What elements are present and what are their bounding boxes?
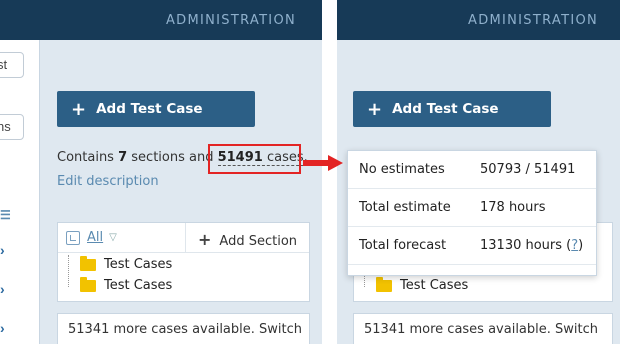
row-value: 178 hours bbox=[480, 200, 546, 215]
side-strip: st ns ☰ › › › bbox=[0, 40, 40, 344]
more-cases-notice: 51341 more cases available. Switch bbox=[353, 313, 613, 344]
row-value: 50793 / 51491 bbox=[480, 162, 576, 177]
row-label: No estimates bbox=[359, 162, 445, 177]
arrow-right-icon bbox=[303, 155, 343, 171]
add-test-case-label: Add Test Case bbox=[392, 101, 499, 117]
row-label: Total forecast bbox=[359, 238, 447, 253]
folder-icon bbox=[80, 276, 96, 292]
total-estimate-row: Total estimate 178 hours bbox=[348, 189, 596, 227]
tree-node-label: Test Cases bbox=[400, 278, 469, 293]
add-test-case-button[interactable]: + Add Test Case bbox=[353, 91, 551, 127]
folder-icon bbox=[80, 255, 96, 271]
top-nav-bar: ADMINISTRATION bbox=[0, 0, 322, 40]
tree-filter[interactable]: All ▽ bbox=[66, 230, 117, 245]
tree-node[interactable]: Test Cases bbox=[80, 255, 173, 272]
row-label: Total estimate bbox=[359, 200, 451, 215]
strip-input-top[interactable]: st bbox=[0, 52, 24, 78]
forecast-value: 13130 hours ( bbox=[480, 238, 572, 253]
add-test-case-button[interactable]: + Add Test Case bbox=[57, 91, 255, 127]
tree-node[interactable]: Test Cases bbox=[80, 276, 173, 293]
summary-prefix: Contains bbox=[57, 150, 119, 165]
strip-input-bottom[interactable]: ns bbox=[0, 114, 24, 140]
folder-icon bbox=[376, 276, 392, 292]
chevron-right-icon[interactable]: › bbox=[0, 281, 5, 297]
total-forecast-row: Total forecast 13130 hours (?) bbox=[348, 227, 596, 265]
summary-middle: sections and bbox=[127, 150, 218, 165]
edit-description-link[interactable]: Edit description bbox=[57, 174, 159, 189]
filter-all-label: All bbox=[87, 230, 104, 245]
section-tree: All ▽ + Add Section Test Cases Test Cases bbox=[57, 222, 310, 302]
add-section-label: Add Section bbox=[219, 234, 298, 249]
more-cases-notice: 51341 more cases available. Switch bbox=[57, 313, 310, 344]
tree-node[interactable]: Test Cases bbox=[376, 276, 469, 293]
tree-connector bbox=[68, 255, 69, 287]
no-estimates-row: No estimates 50793 / 51491 bbox=[348, 151, 596, 189]
sections-count: 7 bbox=[118, 150, 128, 165]
plus-icon: + bbox=[198, 230, 212, 249]
plus-icon: + bbox=[71, 98, 87, 120]
chevron-right-icon[interactable]: › bbox=[0, 242, 5, 258]
chevron-down-icon: ▽ bbox=[109, 232, 117, 243]
add-test-case-label: Add Test Case bbox=[96, 101, 203, 117]
tree-node-label: Test Cases bbox=[104, 257, 173, 272]
tree-toolbar: All ▽ + Add Section bbox=[58, 223, 309, 253]
row-value: 13130 hours (?) bbox=[480, 238, 583, 253]
administration-nav-link[interactable]: ADMINISTRATION bbox=[468, 13, 598, 28]
highlight-box bbox=[208, 144, 301, 174]
administration-nav-link[interactable]: ADMINISTRATION bbox=[166, 13, 296, 28]
chevron-right-icon[interactable]: › bbox=[0, 320, 5, 336]
plus-icon: + bbox=[367, 98, 383, 120]
tree-node-label: Test Cases bbox=[104, 278, 173, 293]
panel-divider bbox=[322, 0, 337, 344]
estimates-popover: No estimates 50793 / 51491 Total estimat… bbox=[347, 150, 597, 276]
left-panel: ADMINISTRATION st ns ☰ › › › + Add Test … bbox=[0, 0, 322, 344]
tree-filter-icon bbox=[66, 230, 80, 245]
toolbar-divider bbox=[185, 223, 186, 253]
top-nav-bar: ADMINISTRATION bbox=[337, 0, 620, 40]
list-view-icon[interactable]: ☰ bbox=[0, 208, 11, 222]
add-section-button[interactable]: + Add Section bbox=[198, 230, 297, 249]
forecast-value-end: ) bbox=[578, 238, 584, 253]
